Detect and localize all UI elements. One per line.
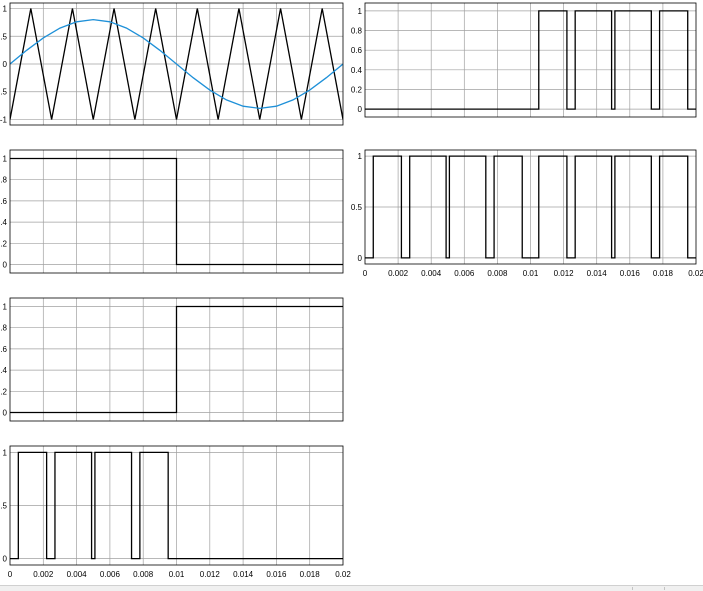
x-tick-label: 0.008 bbox=[487, 269, 508, 278]
x-tick-label: 0.012 bbox=[200, 570, 221, 579]
y-tick-label: 0.8 bbox=[351, 27, 363, 36]
subplot-step-up: 0 0.2 0.4 0.6 0.8 1 bbox=[0, 297, 344, 422]
y-tick-label: 1 bbox=[3, 154, 8, 163]
y-tick-label: 1 bbox=[3, 448, 8, 457]
x-tick-label: 0.016 bbox=[620, 269, 641, 278]
y-tick-label: 1 bbox=[358, 152, 363, 161]
y-tick-label: 0.8 bbox=[0, 176, 8, 185]
y-tick-label: 1 bbox=[358, 7, 363, 16]
y-tick-label: 0 bbox=[3, 60, 8, 69]
x-tick-label: 0.002 bbox=[388, 269, 409, 278]
x-tick-label: 0.014 bbox=[587, 269, 608, 278]
x-tick-label: 0.006 bbox=[100, 570, 121, 579]
x-tick-label: 0.012 bbox=[554, 269, 575, 278]
y-tick-label: 0.4 bbox=[351, 66, 363, 75]
x-tick-label: 0.018 bbox=[300, 570, 321, 579]
x-tick-label: 0.02 bbox=[335, 570, 351, 579]
subplot-pulse-upper-right: 0 0.2 0.4 0.6 0.8 1 bbox=[351, 2, 697, 118]
y-tick-label: 0.6 bbox=[351, 46, 363, 55]
y-tick-label: 0.4 bbox=[0, 366, 8, 375]
y-tick-label: 0.6 bbox=[0, 197, 8, 206]
y-tick-label: 0.4 bbox=[0, 218, 8, 227]
y-tick-label: 0.5 bbox=[0, 502, 8, 511]
x-tick-label: 0.01 bbox=[523, 269, 539, 278]
y-tick-label: 0.5 bbox=[351, 203, 363, 212]
x-tick-label: 0.014 bbox=[233, 570, 254, 579]
y-tick-label: -1 bbox=[0, 115, 8, 124]
x-tick-label: 0 bbox=[8, 570, 13, 579]
x-tick-label: 0.004 bbox=[67, 570, 88, 579]
x-tick-label: 0.008 bbox=[133, 570, 154, 579]
scope-figure: -1-0.500.5100.20.40.60.8100.20.40.60.810… bbox=[0, 0, 703, 590]
y-tick-label: 0 bbox=[3, 555, 8, 564]
x-tick-label: 0.002 bbox=[33, 570, 54, 579]
y-tick-label: 0.6 bbox=[0, 345, 8, 354]
x-tick-label: 0.004 bbox=[421, 269, 442, 278]
x-tick-label: 0 bbox=[363, 269, 368, 278]
subplot-carrier-reference: -1 -0.5 0 0.5 1 bbox=[0, 2, 344, 126]
y-tick-label: 0 bbox=[358, 254, 363, 263]
y-tick-label: 1 bbox=[3, 5, 8, 14]
y-tick-label: 0.2 bbox=[0, 239, 8, 248]
x-tick-label: 0.01 bbox=[169, 570, 185, 579]
status-bar bbox=[0, 585, 703, 591]
y-tick-label: 0 bbox=[3, 409, 8, 418]
y-tick-label: -0.5 bbox=[0, 88, 8, 97]
y-tick-label: 0 bbox=[358, 105, 363, 114]
y-tick-label: 1 bbox=[3, 302, 8, 311]
x-tick-label: 0.02 bbox=[688, 269, 703, 278]
subplot-pulse-middle-right: 0 0.5 1 0 0.002 0.004 0.006 0.008 0.01 0.012 0.014… bbox=[351, 149, 703, 278]
subplot-pulse-bottom-left: 0 0.5 1 0 0.002 0.004 0.006 0.008 0.01 0.012 0.014… bbox=[0, 445, 351, 579]
subplot-step-down: 0 0.2 0.4 0.6 0.8 1 bbox=[0, 149, 344, 274]
x-tick-label: 0.018 bbox=[653, 269, 674, 278]
x-tick-label: 0.016 bbox=[266, 570, 287, 579]
y-tick-label: 0 bbox=[3, 261, 8, 270]
y-tick-label: 0.2 bbox=[0, 387, 8, 396]
y-tick-label: 0.2 bbox=[351, 85, 363, 94]
x-tick-label: 0.006 bbox=[454, 269, 475, 278]
y-tick-label: 0.5 bbox=[0, 32, 8, 41]
y-tick-label: 0.8 bbox=[0, 324, 8, 333]
